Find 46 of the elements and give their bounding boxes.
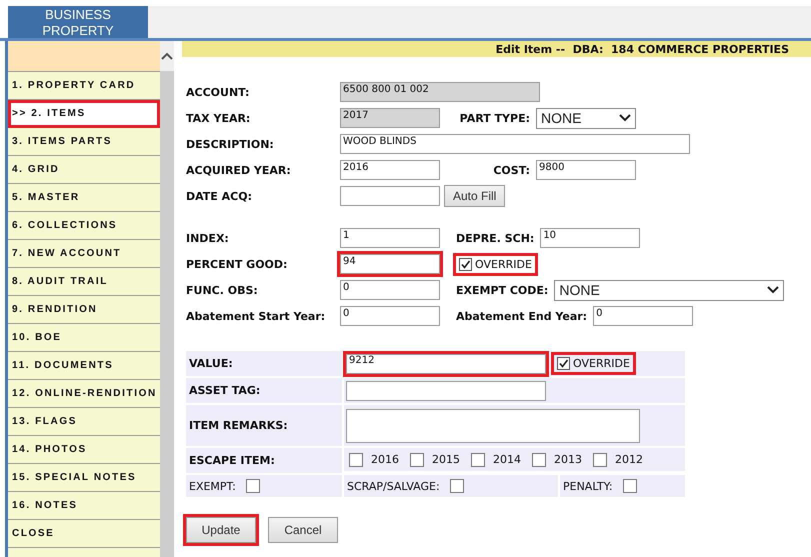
input-field[interactable]: 2016 <box>340 160 440 180</box>
app-title: BUSINESS PROPERTY <box>8 6 148 38</box>
field-label: COST: <box>492 164 530 176</box>
field-label: EXEMPT: <box>189 480 236 492</box>
input-field[interactable]: 9800 <box>536 160 636 180</box>
field-label: ACQUIRED YEAR: <box>186 164 292 176</box>
field-label: DEPRE. SCH: <box>456 232 534 244</box>
field-label: FUNC. OBS: <box>186 284 259 296</box>
input-field[interactable]: 0 <box>340 306 440 326</box>
field-label: TAX YEAR: <box>186 112 252 124</box>
form-button[interactable]: Cancel <box>268 517 338 543</box>
checkbox-label: 2012 <box>615 453 643 466</box>
field-label: INDEX: <box>186 232 230 244</box>
field-label: PERCENT GOOD: <box>186 258 288 270</box>
field-label: Abatement End Year: <box>456 310 588 322</box>
field-label: ITEM REMARKS: <box>189 419 288 432</box>
field-label: SCRAP/SALVAGE: <box>347 480 440 492</box>
form-button[interactable]: Update <box>186 517 256 543</box>
field-label: ESCAPE ITEM: <box>189 454 275 467</box>
checkbox-label: 2015 <box>432 453 460 466</box>
input-field[interactable]: WOOD BLINDS <box>340 134 690 154</box>
checkbox-label: 2016 <box>371 453 399 466</box>
field-label: DATE ACQ: <box>186 190 253 202</box>
auto-fill-button[interactable]: Auto Fill <box>444 185 506 207</box>
field-label: PART TYPE: <box>458 112 530 124</box>
field-label: DESCRIPTION: <box>186 138 275 150</box>
input-field[interactable]: 1 <box>340 228 440 248</box>
checkbox-label: OVERRIDE <box>573 357 630 370</box>
dropdown[interactable]: NONE <box>554 280 784 300</box>
field-label: Abatement Start Year: <box>186 310 326 322</box>
sidebar-item[interactable]: >> 2. ITEMS <box>8 100 160 128</box>
field-label: VALUE: <box>189 357 233 370</box>
dropdown[interactable]: NONE <box>536 108 636 128</box>
input-field[interactable]: 0 <box>340 280 440 300</box>
field-label: EXEMPT CODE: <box>456 284 548 296</box>
checkbox-label: 2013 <box>554 453 582 466</box>
field-label: ASSET TAG: <box>189 384 260 397</box>
input-field[interactable]: 94 <box>340 254 440 274</box>
input-field[interactable]: 9212 <box>346 354 546 374</box>
input-field[interactable]: 0 <box>593 306 694 326</box>
field-label: ACCOUNT: <box>186 86 250 98</box>
checkbox-label: 2014 <box>493 453 521 466</box>
field-label: PENALTY: <box>563 480 613 492</box>
checkbox-label: OVERRIDE <box>475 258 532 270</box>
input-field[interactable]: 10 <box>540 228 640 248</box>
form-title: Edit Item -- DBA: 184 COMMERCE PROPERTIES <box>496 42 789 56</box>
